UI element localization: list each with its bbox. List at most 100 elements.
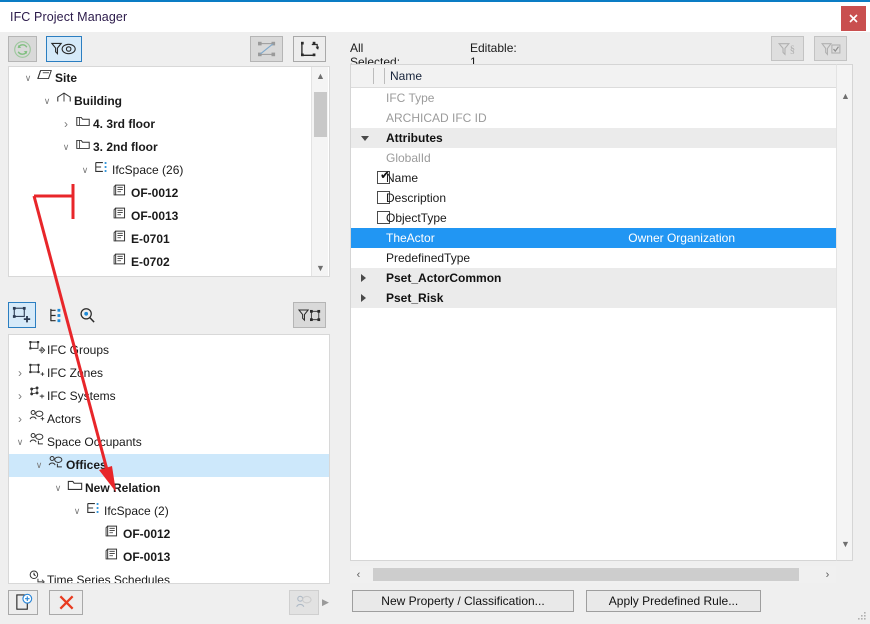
show-element-button[interactable] (293, 36, 326, 62)
ifcspace-icon (92, 159, 112, 182)
property-row[interactable]: PredefinedTypeOWNERIfcOccupantType (351, 248, 852, 268)
tree-item-count: (2) (150, 504, 169, 519)
filter-checked-button[interactable] (814, 36, 847, 61)
tree-item-new-relation[interactable]: ∨ New Relation (9, 477, 329, 500)
tree-item-of-0013[interactable]: OF-0013 (9, 205, 311, 228)
tree-item-time-series-schedules[interactable]: Time Series Schedules (9, 569, 329, 583)
property-grid[interactable]: NameValueType IFC TypeIfcOccupantARCHICA… (350, 64, 853, 561)
tree-item-ifcspace[interactable]: ∨ IfcSpace (26) (9, 159, 311, 182)
tree-item-of-0012[interactable]: OF-0012 (9, 523, 329, 546)
property-name: Pset_Risk (386, 291, 444, 305)
column-header-name[interactable]: Name (385, 65, 422, 87)
property-grid-header: NameValueType (351, 65, 852, 88)
filter-select-button[interactable] (293, 302, 326, 328)
property-row[interactable]: Attributes (351, 128, 852, 148)
tree-item-count: (26) (158, 163, 184, 178)
new-item-button[interactable] (8, 590, 38, 615)
tree-item-ifc-groups[interactable]: IFC Groups (9, 339, 329, 362)
tree-item-actors[interactable]: › Actors (9, 408, 329, 431)
close-button[interactable] (841, 6, 866, 31)
scroll-down-arrow[interactable]: ▼ (837, 535, 854, 552)
property-row[interactable]: ARCHICAD IFC ID2XihOdX3n9FgkHSzb... (351, 108, 852, 128)
delete-button[interactable] (49, 590, 83, 615)
property-row[interactable]: ✔NameOfficesIfcLabel (351, 168, 852, 188)
ifc-systems-icon (27, 385, 47, 408)
scroll-up-arrow[interactable]: ▲ (837, 87, 854, 104)
chevron-right-icon[interactable]: › (13, 408, 27, 431)
apply-predefined-rule-button[interactable]: Apply Predefined Rule... (586, 590, 761, 612)
select-elements-button[interactable] (250, 36, 283, 62)
more-arrow-icon[interactable]: ▶ (322, 597, 329, 608)
project-tree-scrollbar[interactable]: ▲ ▼ (311, 67, 328, 276)
property-row[interactable]: DescriptionIfcText (351, 188, 852, 208)
tree-item-ifc-zones[interactable]: › IFC Zones (9, 362, 329, 385)
tree-item-e-0701[interactable]: E-0701 (9, 228, 311, 251)
property-row[interactable]: IFC TypeIfcOccupant (351, 88, 852, 108)
chevron-down-icon[interactable]: ∨ (40, 90, 54, 113)
property-row[interactable]: ObjectTypeIfcLabel (351, 208, 852, 228)
property-grid-body[interactable]: IFC TypeIfcOccupantARCHICAD IFC ID2XihOd… (351, 88, 852, 308)
delete-x-icon (59, 595, 73, 610)
chevron-down-icon[interactable]: ∨ (70, 500, 84, 523)
property-grid-hscrollbar[interactable]: ‹ › (350, 566, 836, 583)
tree-item-space-occupants[interactable]: ∨ Space Occupants (9, 431, 329, 454)
tree-item-e-0702[interactable]: E-0702 (9, 251, 311, 274)
ifc-groups-icon (27, 339, 47, 362)
column-separator[interactable] (373, 68, 374, 84)
property-grid-scrollbar[interactable]: ▲ ▼ (836, 64, 853, 561)
chevron-down-icon[interactable] (361, 136, 369, 141)
tree-list-button[interactable] (44, 302, 70, 328)
tree-item-site[interactable]: ∨ Site (9, 67, 311, 90)
tree-item-4-3rd-floor[interactable]: › 4. 3rd floor (9, 113, 311, 136)
property-row[interactable]: Pset_Risk (351, 288, 852, 308)
property-row[interactable]: TheActorOwner Organization...IfcActorSel… (351, 228, 852, 248)
scroll-up-arrow[interactable]: ▲ (312, 67, 329, 84)
relation-tree[interactable]: IFC Groups › IFC Zones › IFC Systems › Actors ∨… (9, 339, 329, 583)
chevron-right-icon[interactable]: › (59, 113, 73, 136)
scroll-down-arrow[interactable]: ▼ (312, 259, 329, 276)
tree-item-ifcspace[interactable]: ∨ IfcSpace (2) (9, 500, 329, 523)
chevron-down-icon[interactable]: ∨ (21, 67, 35, 90)
tree-item-label: OF-0012 (131, 186, 179, 201)
property-name: TheActor (386, 231, 435, 245)
refresh-button[interactable] (8, 36, 37, 62)
property-row[interactable]: GlobalId2XihOdX3n9FgkHSzb...IfcGloballyU… (351, 148, 852, 168)
chevron-down-icon[interactable]: ∨ (32, 454, 46, 477)
hscrollbar-thumb[interactable] (373, 568, 799, 581)
tree-item-building[interactable]: ∨ Building (9, 90, 311, 113)
chevron-right-icon[interactable] (361, 274, 366, 282)
chevron-down-icon[interactable]: ∨ (13, 431, 27, 454)
chevron-down-icon[interactable]: ∨ (59, 136, 73, 159)
chevron-down-icon[interactable]: ∨ (51, 477, 65, 500)
tree-item-e-0703[interactable]: E-0703 (9, 274, 311, 276)
scroll-left-arrow[interactable]: ‹ (350, 566, 367, 583)
property-row[interactable]: Pset_ActorCommon (351, 268, 852, 288)
search-button[interactable] (74, 302, 100, 328)
scroll-right-arrow[interactable]: › (819, 566, 836, 583)
tree-item-of-0013[interactable]: OF-0013 (9, 546, 329, 569)
filter-properties-button[interactable]: § (771, 36, 804, 61)
space-icon (111, 205, 131, 228)
chevron-down-icon[interactable]: ∨ (78, 159, 92, 182)
time-series-icon (27, 569, 47, 583)
property-name: ARCHICAD IFC ID (386, 111, 487, 125)
chevron-right-icon[interactable] (361, 294, 366, 302)
resize-grip-icon[interactable] (857, 611, 867, 621)
new-relation-button[interactable] (8, 302, 36, 328)
project-tree[interactable]: ∨ Site ∨ Building › 4. 3rd floor ∨ 3. 2nd floor… (9, 67, 311, 276)
tree-item-3-2nd-floor[interactable]: ∨ 3. 2nd floor (9, 136, 311, 159)
chevron-right-icon[interactable]: › (13, 385, 27, 408)
new-property-classification-button[interactable]: New Property / Classification... (352, 590, 574, 612)
property-value[interactable]: Owner Organization (628, 228, 735, 248)
tree-item-of-0012[interactable]: OF-0012 (9, 182, 311, 205)
refresh-circle-icon (14, 40, 31, 58)
filter-visibility-button[interactable] (46, 36, 82, 62)
tree-item-label: E-0702 (131, 255, 170, 270)
tree-item-offices[interactable]: ∨ Offices (9, 454, 329, 477)
chevron-right-icon[interactable]: › (13, 362, 27, 385)
occupant-more-button[interactable] (289, 590, 319, 615)
scrollbar-thumb[interactable] (314, 92, 327, 137)
tree-item-ifc-systems[interactable]: › IFC Systems (9, 385, 329, 408)
